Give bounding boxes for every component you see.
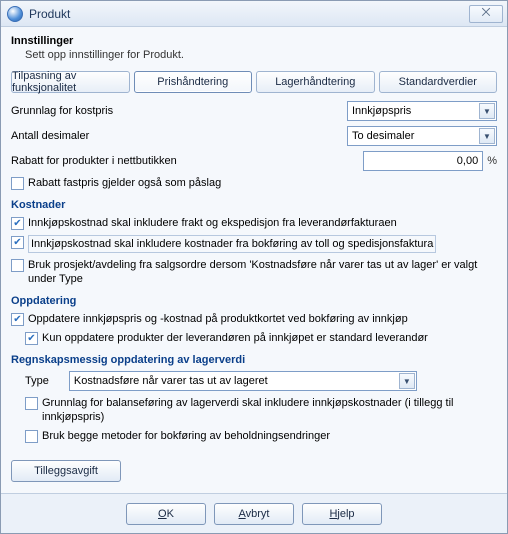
tab-lagerhandtering[interactable]: Lagerhåndtering [256, 71, 375, 93]
row-kostnad-frakt: ✔ Innkjøpskostnad skal inkludere frakt o… [11, 216, 497, 230]
row-begge-metoder: Bruk begge metoder for bokføring av beho… [25, 429, 497, 443]
row-kostnad-prosjekt: Bruk prosjekt/avdeling fra salgsordre de… [11, 258, 497, 286]
begge-metoder-checkbox[interactable] [25, 430, 38, 443]
percent-unit: % [487, 155, 497, 167]
close-button[interactable]: ⨉ [469, 5, 503, 23]
row-oppdatere-pris: ✔ Oppdatere innkjøpspris og -kostnad på … [11, 312, 497, 326]
kostnad-toll-checkbox[interactable]: ✔ [11, 236, 24, 249]
chevron-down-icon: ▼ [479, 103, 495, 119]
oppdatere-pris-checkbox[interactable]: ✔ [11, 313, 24, 326]
rabatt-nettbutikk-label: Rabatt for produkter i nettbutikken [11, 155, 363, 167]
kostnad-prosjekt-checkbox[interactable] [11, 259, 24, 272]
avbryt-label-rest: vbryt [246, 508, 270, 520]
oppdatere-pris-label: Oppdatere innkjøpspris og -kostnad på pr… [28, 312, 408, 326]
kostnad-prosjekt-label: Bruk prosjekt/avdeling fra salgsordre de… [28, 258, 497, 286]
section-oppdatering: Oppdatering [11, 295, 497, 307]
dialog-footer: OK Avbryt Hjelp [1, 493, 507, 533]
row-rabatt-fastpris: Rabatt fastpris gjelder også som påslag [11, 176, 497, 190]
row-grunnlag-kostpris: Grunnlag for kostpris Innkjøpspris ▼ [11, 101, 497, 121]
hjelp-button[interactable]: Hjelp [302, 503, 382, 525]
grunnlag-kostpris-value: Innkjøpspris [352, 105, 411, 117]
kun-standard-checkbox[interactable]: ✔ [25, 332, 38, 345]
grunnlag-kostpris-label: Grunnlag for kostpris [11, 105, 347, 117]
chevron-down-icon: ▼ [399, 373, 415, 389]
grunnlag-kostpris-select[interactable]: Innkjøpspris ▼ [347, 101, 497, 121]
antall-desimaler-value: To desimaler [352, 130, 414, 142]
rabatt-nettbutikk-input[interactable] [363, 151, 483, 171]
kostnad-frakt-label: Innkjøpskostnad skal inkludere frakt og … [28, 216, 397, 230]
section-kostnader: Kostnader [11, 199, 497, 211]
content-area: Innstillinger Sett opp innstillinger for… [1, 27, 507, 493]
tab-standardverdier[interactable]: Standardverdier [379, 71, 498, 93]
window-title: Produkt [29, 7, 469, 21]
titlebar: Produkt ⨉ [1, 1, 507, 27]
ok-label-rest: K [167, 508, 174, 520]
begge-metoder-label: Bruk begge metoder for bokføring av beho… [42, 429, 330, 443]
rabatt-fastpris-checkbox[interactable] [11, 177, 24, 190]
row-grunnlag-balanse: Grunnlag for balanseføring av lagerverdi… [25, 396, 497, 424]
tilleggsavgift-button[interactable]: Tilleggsavgift [11, 460, 121, 482]
section-regnskap: Regnskapsmessig oppdatering av lagerverd… [11, 354, 497, 366]
row-regnskap-type: Type Kostnadsføre når varer tas ut av la… [25, 371, 497, 391]
rabatt-fastpris-label: Rabatt fastpris gjelder også som påslag [28, 176, 221, 190]
page-subheading: Sett opp innstillinger for Produkt. [25, 49, 497, 61]
tilleggsavgift-row: Tilleggsavgift [11, 460, 497, 482]
kun-standard-label: Kun oppdatere produkter der leverandøren… [42, 331, 428, 345]
grunnlag-balanse-label: Grunnlag for balanseføring av lagerverdi… [42, 396, 497, 424]
hjelp-label-rest: jelp [337, 508, 354, 520]
regnskap-type-label: Type [25, 375, 49, 387]
chevron-down-icon: ▼ [479, 128, 495, 144]
row-kostnad-toll: ✔ Innkjøpskostnad skal inkludere kostnad… [11, 235, 497, 253]
row-rabatt-nettbutikk: Rabatt for produkter i nettbutikken % [11, 151, 497, 171]
row-antall-desimaler: Antall desimaler To desimaler ▼ [11, 126, 497, 146]
tabs: Tilpasning av funksjonalitet Prishåndter… [11, 71, 497, 93]
antall-desimaler-select[interactable]: To desimaler ▼ [347, 126, 497, 146]
tab-panel-prishandtering: Grunnlag for kostpris Innkjøpspris ▼ Ant… [11, 101, 497, 482]
regnskap-type-value: Kostnadsføre når varer tas ut av lageret [74, 375, 268, 387]
kostnad-toll-label: Innkjøpskostnad skal inkludere kostnader… [28, 235, 436, 253]
grunnlag-balanse-checkbox[interactable] [25, 397, 38, 410]
kostnad-frakt-checkbox[interactable]: ✔ [11, 217, 24, 230]
ok-button[interactable]: OK [126, 503, 206, 525]
antall-desimaler-label: Antall desimaler [11, 130, 347, 142]
tab-prishandtering[interactable]: Prishåndtering [134, 71, 253, 93]
regnskap-type-select[interactable]: Kostnadsføre når varer tas ut av lageret… [69, 371, 417, 391]
row-kun-standard: ✔ Kun oppdatere produkter der leverandør… [25, 331, 497, 345]
page-heading: Innstillinger [11, 35, 497, 47]
product-settings-window: Produkt ⨉ Innstillinger Sett opp innstil… [0, 0, 508, 534]
avbryt-button[interactable]: Avbryt [214, 503, 294, 525]
tab-funksjonalitet[interactable]: Tilpasning av funksjonalitet [11, 71, 130, 93]
app-icon [7, 6, 23, 22]
